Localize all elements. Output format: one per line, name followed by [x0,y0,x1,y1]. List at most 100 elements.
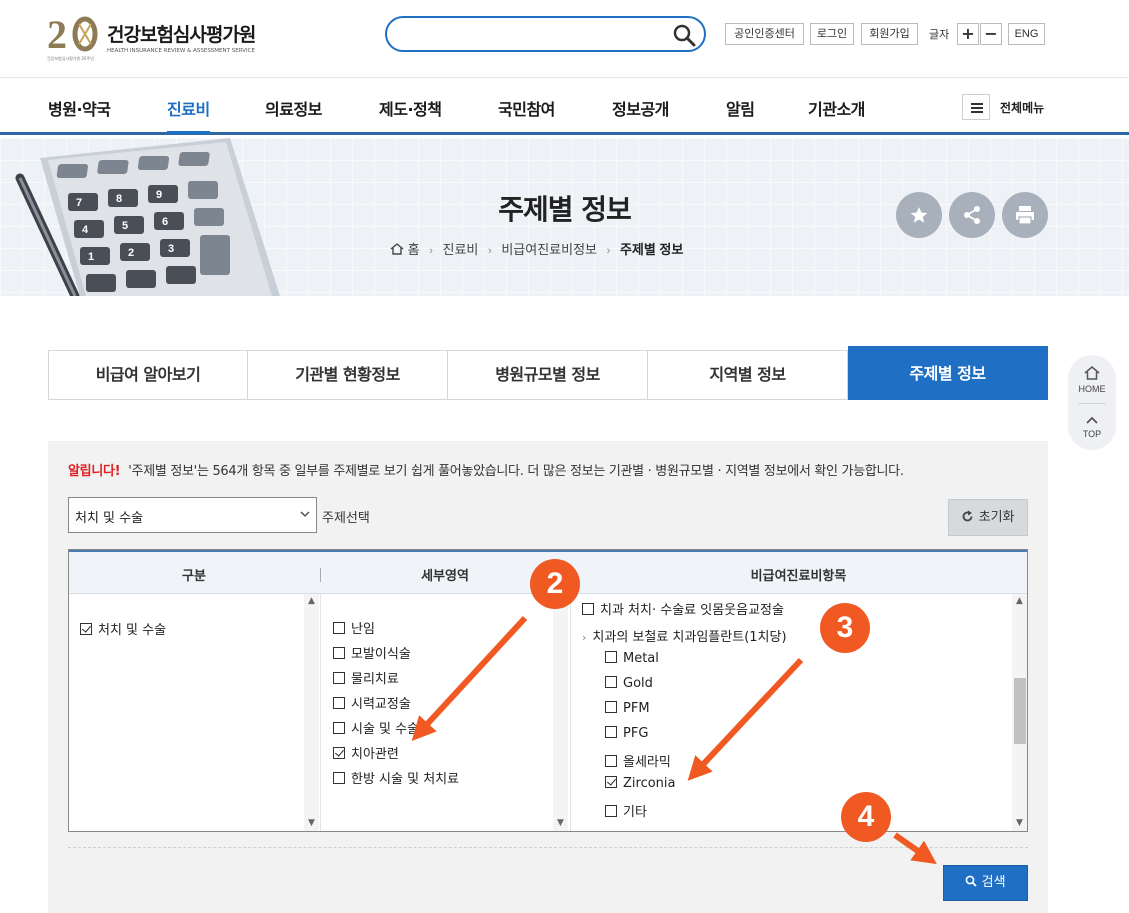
scrollbar-thumb[interactable] [1014,678,1026,744]
search-input[interactable] [401,24,661,44]
checkbox[interactable] [333,672,345,684]
theme-select[interactable]: 처치 및 수술 [68,497,317,533]
home-icon[interactable] [390,243,404,255]
join-link[interactable]: 회원가입 [861,23,918,45]
reset-label: 초기화 [978,510,1015,525]
category-item[interactable]: 처치 및 수술 [80,619,166,639]
all-menu-button[interactable]: 전체메뉴 [962,94,1052,120]
go-top-button[interactable]: TOP [1068,406,1116,446]
tab-by-theme[interactable]: 주제별 정보 [848,346,1048,400]
list-item[interactable]: 올세라믹 [605,751,671,771]
chevron-up-icon[interactable]: ▲ [555,596,566,607]
share-button[interactable] [949,192,995,238]
scrollbar[interactable]: ▲ ▼ [304,594,319,831]
checkbox-checked[interactable] [80,623,92,635]
nav-item-medical-fees[interactable]: 진료비 [167,96,210,134]
chevron-down-icon[interactable]: ▼ [1014,818,1025,829]
theme-select-label: 주제선택 [322,511,370,526]
list-item[interactable]: Zirconia [605,776,676,796]
reset-button[interactable]: 초기화 [948,499,1028,536]
search-button[interactable]: 검색 [943,865,1028,901]
nav-item-notice[interactable]: 알림 [726,96,755,120]
list-item[interactable]: 시력교정술 [333,693,411,713]
list-item-label: PFG [623,726,649,741]
list-item[interactable]: 한방 시술 및 처치료 [333,768,459,788]
category-label: 처치 및 수술 [98,623,167,638]
list-item[interactable]: PFG [605,726,648,746]
list-group-header[interactable]: › 치과의 보철료 치과임플란트(1치당) [582,626,787,646]
bookmark-button[interactable] [896,192,942,238]
list-item-label: 치아관련 [351,747,399,762]
chevron-right-icon: › [488,245,492,257]
nav-item-disclosure[interactable]: 정보공개 [612,96,669,120]
logo-anniversary-text: 건강보험심사평가원 20주년 [47,56,94,61]
list-item[interactable]: 기타 [605,801,647,821]
list-item[interactable]: PFM [605,701,650,721]
checkbox[interactable] [605,701,617,713]
print-button[interactable] [1002,192,1048,238]
chevron-up-icon [1086,416,1098,424]
login-link[interactable]: 로그인 [810,23,854,45]
checkbox[interactable] [333,622,345,634]
tab-by-hospital-size[interactable]: 병원규모별 정보 [448,350,648,400]
hamburger-icon [962,94,990,120]
checkbox[interactable] [333,772,345,784]
scrollbar[interactable]: ▲ ▼ [1012,594,1027,831]
tab-noncovered-overview[interactable]: 비급여 알아보기 [48,350,248,400]
checkbox[interactable] [333,697,345,709]
list-item[interactable]: 시술 및 수술 [333,718,419,738]
list-item-label: 물리치료 [351,672,399,687]
checkbox-checked[interactable] [333,747,345,759]
breadcrumb-noncovered[interactable]: 비급여진료비정보 [501,242,597,257]
sub-tabs: 비급여 알아보기 기관별 현황정보 병원규모별 정보 지역별 정보 주제별 정보 [48,346,1048,400]
checkbox[interactable] [333,647,345,659]
checkbox[interactable] [605,805,617,817]
scrollbar[interactable]: ▲ ▼ [553,594,568,831]
chevron-up-icon[interactable]: ▲ [1014,596,1025,607]
list-item[interactable]: 치과 처치· 수술료 잇몸웃음교정술 [582,599,784,619]
checkbox[interactable] [605,755,617,767]
chevron-up-icon[interactable]: ▲ [306,596,317,607]
search-icon[interactable] [672,23,696,47]
tab-by-region[interactable]: 지역별 정보 [648,350,848,400]
selection-grid: 구분 세부영역 비급여진료비항목 처치 및 수술 ▲ ▼ 난임 모발이식술 물리… [68,549,1028,832]
svg-text:1: 1 [88,251,94,263]
font-decrease-button[interactable]: − [980,23,1002,45]
checkbox[interactable] [333,722,345,734]
nav-item-system-policy[interactable]: 제도·정책 [379,96,442,120]
list-item[interactable]: Gold [605,676,653,696]
list-item-label: 한방 시술 및 처치료 [351,772,460,787]
search-panel: 알립니다! '주제별 정보'는 564개 항목 중 일부를 주제별로 보기 쉽게 … [48,441,1048,913]
checkbox[interactable] [582,603,594,615]
cert-center-link[interactable]: 공인인증센터 [725,23,804,45]
nav-item-participation[interactable]: 국민참여 [498,96,555,120]
chevron-right-icon: › [582,631,587,644]
list-item[interactable]: 난임 [333,618,375,638]
list-item[interactable]: 모발이식술 [333,643,411,663]
font-increase-button[interactable]: + [957,23,979,45]
site-logo[interactable]: 2 건강보험심사평가원 HEALTH INSURANCE REVIEW & AS… [47,10,262,61]
list-item[interactable]: 물리치료 [333,668,399,688]
chevron-down-icon[interactable]: ▼ [306,818,317,829]
nav-item-medical-info[interactable]: 의료정보 [265,96,322,120]
list-item-label: 모발이식술 [351,647,411,662]
checkbox[interactable] [605,676,617,688]
checkbox[interactable] [605,726,617,738]
breadcrumb-home[interactable]: 홈 [408,242,420,257]
breadcrumb-fees[interactable]: 진료비 [443,242,479,257]
search-button-label: 검색 [981,875,1006,890]
tab-by-institution[interactable]: 기관별 현황정보 [248,350,448,400]
nav-item-hospital-pharmacy[interactable]: 병원·약국 [48,96,111,120]
nav-item-about[interactable]: 기관소개 [808,96,865,120]
checkbox-checked[interactable] [605,776,617,788]
checkbox[interactable] [605,651,617,663]
notice-text: 알립니다! '주제별 정보'는 564개 항목 중 일부를 주제별로 보기 쉽게 … [68,460,904,479]
go-home-button[interactable]: HOME [1068,361,1116,403]
list-item[interactable]: 치아관련 [333,743,399,763]
list-item-label: 난임 [351,622,375,637]
svg-text:3: 3 [168,243,174,255]
list-item[interactable]: Metal [605,651,659,671]
breadcrumb: 홈 › 진료비 › 비급여진료비정보 › 주제별 정보 [390,239,683,258]
chevron-down-icon[interactable]: ▼ [555,818,566,829]
english-site-link[interactable]: ENG [1008,23,1045,45]
